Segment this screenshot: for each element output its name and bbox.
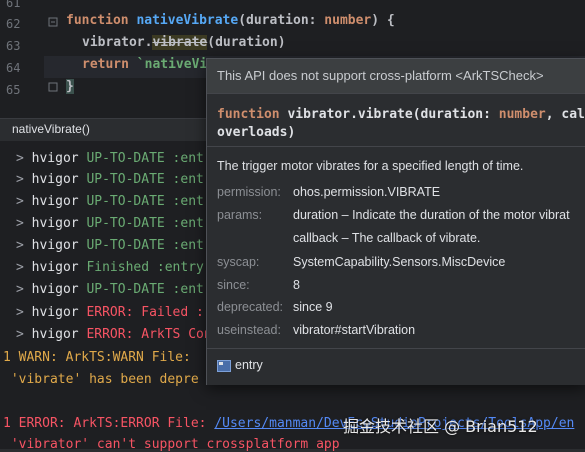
field-value: since 9 [293, 300, 333, 314]
sig-keyword: function [217, 107, 288, 122]
console-line[interactable]: > hvigor UP-TO-DATE :ent [16, 238, 204, 253]
module-name[interactable]: entry [235, 358, 263, 372]
error-detail: 'vibrator' can't support crossplatform a… [3, 437, 340, 452]
brace-token: } [66, 79, 74, 94]
field-key: syscap: [217, 255, 260, 269]
console-line[interactable]: > hvigor UP-TO-DATE :ent [16, 282, 204, 297]
expand-arrow-icon[interactable]: > [16, 305, 24, 320]
code-line-function-decl[interactable]: function nativeVibrate(duration: number)… [66, 13, 395, 28]
task-name: hvigor [31, 282, 79, 297]
params-token: (duration: [238, 13, 325, 28]
expand-arrow-icon[interactable]: > [16, 327, 24, 342]
task-status: UP-TO-DATE :ent [86, 238, 204, 253]
keyword-token: return [82, 57, 137, 72]
task-name: hvigor [31, 260, 79, 275]
task-status: UP-TO-DATE :ent [86, 194, 204, 209]
task-name: hvigor [31, 194, 79, 209]
field-value: duration – Indicate the duration of the … [293, 208, 570, 222]
expand-arrow-icon[interactable]: > [16, 238, 24, 253]
task-status: ERROR: Failed : [86, 305, 204, 320]
task-status: UP-TO-DATE :ent [86, 282, 204, 297]
console-line[interactable]: > hvigor Finished :entry [16, 260, 204, 275]
sig-function: vibrator.vibrate [287, 107, 413, 122]
console-line[interactable]: > hvigor UP-TO-DATE :ent [16, 172, 204, 187]
field-key: deprecated: [217, 300, 284, 314]
documentation-popup[interactable]: This API does not support cross-platform… [206, 58, 585, 385]
line-number: 63 [6, 39, 21, 53]
console-line[interactable]: > hvigor UP-TO-DATE :ent [16, 151, 204, 166]
popup-signature: function vibrator.vibrate(duration: numb… [217, 107, 585, 122]
task-name: hvigor [31, 238, 79, 253]
task-status: UP-TO-DATE :ent [86, 151, 204, 166]
module-folder-icon [217, 360, 231, 372]
console-line[interactable]: > hvigor UP-TO-DATE :ent [16, 216, 204, 231]
field-value: vibrator#startVibration [293, 323, 416, 337]
field-value: ohos.permission.VIBRATE [293, 185, 441, 199]
expand-arrow-icon[interactable]: > [16, 151, 24, 166]
field-key: params: [217, 208, 263, 222]
task-status: ERROR: ArkTS Con [86, 327, 212, 342]
keyword-token: function [66, 13, 137, 28]
code-line-closing-brace[interactable]: } [66, 79, 74, 94]
popup-footer: entry [207, 348, 585, 385]
task-status: Finished :entry [86, 260, 204, 275]
sig-type: number [498, 107, 546, 122]
field-value: callback – The callback of vibrate. [293, 231, 481, 245]
sig-args: (duration: [412, 107, 499, 122]
console-line[interactable]: > hvigor UP-TO-DATE :ent [16, 194, 204, 209]
line-number: 65 [6, 83, 21, 97]
field-value: SystemCapability.Sensors.MiscDevice [293, 255, 506, 269]
deprecated-method-token[interactable]: vibrate [152, 35, 208, 50]
popup-description: The trigger motor vibrates for a specifi… [217, 159, 524, 173]
console-line-error[interactable]: > hvigor ERROR: Failed : [16, 305, 204, 320]
field-key: useinstead: [217, 323, 281, 337]
code-line-vibrate-call[interactable]: vibrator.vibrate(duration) [82, 35, 286, 50]
string-token: `nativeVi [136, 57, 208, 72]
warn-line: 1 WARN: ArkTS:WARN File: [3, 350, 199, 365]
watermark-text: 掘金技术社区 @ Brian512 [343, 417, 538, 436]
expand-arrow-icon[interactable]: > [16, 194, 24, 209]
line-number: 64 [6, 61, 21, 75]
field-key: since: [217, 278, 250, 292]
field-key: permission: [217, 185, 281, 199]
function-name-token: nativeVibrate [136, 13, 239, 28]
task-name: hvigor [31, 172, 79, 187]
expand-arrow-icon[interactable]: > [16, 260, 24, 275]
line-number: 62 [6, 17, 21, 31]
punct-token: ) { [371, 13, 395, 28]
sig-args-rest: , cal [545, 107, 585, 122]
popup-divider [207, 146, 585, 147]
line-gutter: 61 62 63 64 65 [0, 0, 44, 118]
type-token: number [324, 13, 372, 28]
task-name: hvigor [31, 305, 79, 320]
expand-arrow-icon[interactable]: > [16, 172, 24, 187]
expand-arrow-icon[interactable]: > [16, 216, 24, 231]
line-number: 61 [6, 0, 21, 10]
object-token: vibrator. [82, 35, 153, 50]
popup-warning-bar: This API does not support cross-platform… [207, 59, 585, 94]
error-prefix: 1 ERROR: ArkTS:ERROR File: [3, 416, 215, 431]
popup-signature-line2: overloads) [217, 125, 296, 140]
args-token: (duration) [207, 35, 286, 50]
task-status: UP-TO-DATE :ent [86, 216, 204, 231]
fold-icon[interactable] [48, 17, 58, 27]
task-status: UP-TO-DATE :ent [86, 172, 204, 187]
breadcrumb[interactable]: nativeVibrate() [12, 122, 90, 136]
task-name: hvigor [31, 216, 79, 231]
code-line-return[interactable]: return `nativeVi [82, 57, 207, 72]
task-name: hvigor [31, 151, 79, 166]
task-name: hvigor [31, 327, 79, 342]
popup-warning-text: This API does not support cross-platform… [217, 68, 544, 83]
field-value: 8 [293, 278, 300, 292]
warn-detail: 'vibrate' has been depre [3, 372, 199, 387]
expand-arrow-icon[interactable]: > [16, 282, 24, 297]
console-line-error[interactable]: > hvigor ERROR: ArkTS Con [16, 327, 212, 342]
fold-end-icon[interactable] [48, 82, 58, 92]
